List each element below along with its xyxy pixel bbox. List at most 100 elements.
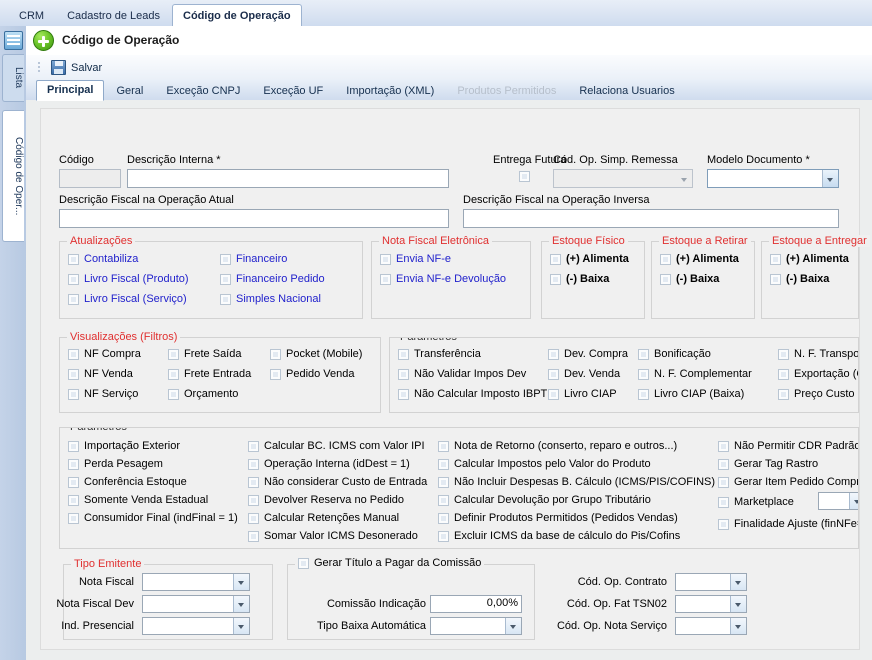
tipo-baixa-automatica-combo[interactable] bbox=[430, 617, 522, 635]
checkbox-financeiro[interactable]: Financeiro bbox=[220, 253, 287, 265]
chevron-down-icon[interactable] bbox=[822, 170, 838, 187]
tipo-baixa-automatica-label: Tipo Baixa Automática bbox=[316, 620, 426, 632]
checkbox-somente-venda-estadual[interactable]: Somente Venda Estadual bbox=[68, 494, 208, 506]
ind-presencial-combo[interactable] bbox=[142, 617, 250, 635]
save-button[interactable]: Salvar bbox=[46, 59, 107, 76]
nota-fiscal-dev-combo[interactable] bbox=[142, 595, 250, 613]
marketplace-combo[interactable] bbox=[818, 492, 858, 510]
list-panel-icon[interactable] bbox=[4, 31, 23, 50]
checkbox-nota-de-retorno[interactable]: Nota de Retorno (conserto, reparo e outr… bbox=[438, 440, 677, 452]
checkbox-estoque-retirar-baixa[interactable]: (-) Baixa bbox=[660, 273, 719, 285]
checkbox-nf-servico[interactable]: NF Serviço bbox=[68, 388, 138, 400]
checkbox-finalidade-ajuste[interactable]: Finalidade Ajuste (finNFe=4) bbox=[718, 518, 858, 530]
cod-op-fat-tsn02-combo[interactable] bbox=[675, 595, 747, 613]
checkbox-operacao-interna[interactable]: Operação Interna (idDest = 1) bbox=[248, 458, 410, 470]
checkbox-excluir-icms-base-calculo-pis-cofins[interactable]: Excluir ICMS da base de cálculo do Pis/C… bbox=[438, 530, 680, 542]
checkbox-nao-permitir-cdr-padrao[interactable]: Não Permitir CDR Padrão bbox=[718, 440, 858, 452]
checkbox-importacao-exterior[interactable]: Importação Exterior bbox=[68, 440, 180, 452]
checkbox-nao-calcular-imposto-ibpt[interactable]: Não Calcular Imposto IBPT bbox=[398, 388, 547, 400]
checkbox-estoque-entregar-alimenta[interactable]: (+) Alimenta bbox=[770, 253, 849, 265]
checkbox-livro-fiscal-servico[interactable]: Livro Fiscal (Serviço) bbox=[68, 293, 187, 305]
checkbox-envia-nfe-devolucao[interactable]: Envia NF-e Devolução bbox=[380, 273, 506, 285]
chevron-down-icon[interactable] bbox=[505, 618, 521, 634]
checkbox-label: Contabiliza bbox=[84, 253, 139, 265]
chevron-down-icon[interactable] bbox=[730, 618, 746, 634]
tab-importacao-xml[interactable]: Importação (XML) bbox=[335, 82, 445, 100]
checkbox-estoque-fisico-baixa[interactable]: (-) Baixa bbox=[550, 273, 609, 285]
nota-fiscal-combo[interactable] bbox=[142, 573, 250, 591]
top-tab-cadastro-de-leads[interactable]: Cadastro de Leads bbox=[56, 6, 171, 26]
checkbox-consumidor-final[interactable]: Consumidor Final (indFinal = 1) bbox=[68, 512, 238, 524]
descricao-fiscal-atual-input[interactable] bbox=[59, 209, 449, 228]
checkbox-box bbox=[519, 171, 530, 182]
checkbox-nao-validar-impos-dev[interactable]: Não Validar Impos Dev bbox=[398, 368, 526, 380]
checkbox-livro-fiscal-produto[interactable]: Livro Fiscal (Produto) bbox=[68, 273, 189, 285]
tab-principal[interactable]: Principal bbox=[36, 80, 105, 101]
comissao-indicacao-input[interactable]: 0,00% bbox=[430, 595, 522, 613]
tab-excecao-uf[interactable]: Exceção UF bbox=[252, 82, 334, 100]
chevron-down-icon[interactable] bbox=[730, 574, 746, 590]
checkbox-gerar-titulo-pagar-comissao[interactable]: Gerar Título a Pagar da Comissão bbox=[295, 557, 485, 569]
checkbox-livro-ciap-baixa[interactable]: Livro CIAP (Baixa) bbox=[638, 388, 744, 400]
checkbox-dev-venda[interactable]: Dev. Venda bbox=[548, 368, 620, 380]
cod-op-contrato-combo[interactable] bbox=[675, 573, 747, 591]
chevron-down-icon[interactable] bbox=[233, 618, 249, 634]
checkbox-exportacao-ciap[interactable]: Exportação (CIAP) bbox=[778, 368, 858, 380]
cod-op-nota-servico-combo[interactable] bbox=[675, 617, 747, 635]
checkbox-nao-incluir-despesas-base-calculo[interactable]: Não Incluir Despesas B. Cálculo (ICMS/PI… bbox=[438, 476, 715, 488]
checkbox-perda-pesagem[interactable]: Perda Pesagem bbox=[68, 458, 163, 470]
checkbox-financeiro-pedido[interactable]: Financeiro Pedido bbox=[220, 273, 325, 285]
checkbox-frete-saida[interactable]: Frete Saída bbox=[168, 348, 241, 360]
checkbox-pocket-mobile[interactable]: Pocket (Mobile) bbox=[270, 348, 362, 360]
group-nfe-caption: Nota Fiscal Eletrônica bbox=[379, 235, 492, 247]
checkbox-somar-valor-icms-desonerado[interactable]: Somar Valor ICMS Desonerado bbox=[248, 530, 418, 542]
top-tab-codigo-de-operacao[interactable]: Código de Operação bbox=[172, 4, 302, 28]
checkbox-bonificacao[interactable]: Bonificação bbox=[638, 348, 711, 360]
checkbox-nao-considerar-custo-entrada[interactable]: Não considerar Custo de Entrada bbox=[248, 476, 427, 488]
checkbox-conferencia-estoque[interactable]: Conferência Estoque bbox=[68, 476, 187, 488]
checkbox-orcamento[interactable]: Orçamento bbox=[168, 388, 238, 400]
checkbox-gerar-tag-rastro[interactable]: Gerar Tag Rastro bbox=[718, 458, 818, 470]
checkbox-devolver-reserva-pedido[interactable]: Devolver Reserva no Pedido bbox=[248, 494, 404, 506]
tab-excecao-cnpj[interactable]: Exceção CNPJ bbox=[155, 82, 251, 100]
checkbox-nf-venda[interactable]: NF Venda bbox=[68, 368, 133, 380]
checkbox-preco-custo[interactable]: Preço Custo bbox=[778, 388, 855, 400]
codigo-input[interactable] bbox=[59, 169, 121, 188]
checkbox-nf-compra[interactable]: NF Compra bbox=[68, 348, 141, 360]
rail-tab-codigo-de-oper[interactable]: Código de Oper... bbox=[2, 110, 24, 242]
checkbox-estoque-entregar-baixa[interactable]: (-) Baixa bbox=[770, 273, 829, 285]
checkbox-contabiliza[interactable]: Contabiliza bbox=[68, 253, 138, 265]
checkbox-nf-transporte[interactable]: N. F. Transporte bbox=[778, 348, 858, 360]
modelo-documento-combo[interactable] bbox=[707, 169, 839, 188]
checkbox-marketplace[interactable]: Marketplace bbox=[718, 496, 794, 508]
chevron-down-icon[interactable] bbox=[849, 493, 858, 509]
checkbox-livro-ciap[interactable]: Livro CIAP bbox=[548, 388, 617, 400]
checkbox-pedido-venda[interactable]: Pedido Venda bbox=[270, 368, 355, 380]
checkbox-calcular-devolucao-grupo-tributario[interactable]: Calcular Devolução por Grupo Tributário bbox=[438, 494, 651, 506]
entrega-futura-checkbox[interactable] bbox=[519, 171, 535, 182]
checkbox-frete-entrada[interactable]: Frete Entrada bbox=[168, 368, 251, 380]
descricao-fiscal-inversa-input[interactable] bbox=[463, 209, 839, 228]
chevron-down-icon[interactable] bbox=[730, 596, 746, 612]
checkbox-estoque-retirar-alimenta[interactable]: (+) Alimenta bbox=[660, 253, 739, 265]
checkbox-calcular-retencoes-manual[interactable]: Calcular Retenções Manual bbox=[248, 512, 399, 524]
checkbox-gerar-item-pedido-compra[interactable]: Gerar Item Pedido Compra bbox=[718, 476, 858, 488]
checkbox-calcular-bc-icms-valor-ipi[interactable]: Calcular BC. ICMS com Valor IPI bbox=[248, 440, 425, 452]
checkbox-simples-nacional[interactable]: Simples Nacional bbox=[220, 293, 321, 305]
green-plus-icon[interactable] bbox=[33, 30, 54, 51]
rail-tab-lista[interactable]: Lista bbox=[2, 54, 24, 102]
checkbox-transferencia[interactable]: Transferência bbox=[398, 348, 481, 360]
descricao-interna-input[interactable] bbox=[127, 169, 449, 188]
top-tab-crm[interactable]: CRM bbox=[8, 6, 55, 26]
chevron-down-icon[interactable] bbox=[233, 596, 249, 612]
checkbox-definir-produtos-permitidos[interactable]: Definir Produtos Permitidos (Pedidos Ven… bbox=[438, 512, 678, 524]
checkbox-dev-compra[interactable]: Dev. Compra bbox=[548, 348, 628, 360]
checkbox-label: Orçamento bbox=[184, 388, 239, 400]
tab-geral[interactable]: Geral bbox=[105, 82, 154, 100]
tab-relaciona-usuarios[interactable]: Relaciona Usuarios bbox=[568, 82, 685, 100]
checkbox-envia-nfe[interactable]: Envia NF-e bbox=[380, 253, 451, 265]
chevron-down-icon[interactable] bbox=[233, 574, 249, 590]
checkbox-estoque-fisico-alimenta[interactable]: (+) Alimenta bbox=[550, 253, 629, 265]
checkbox-nf-complementar[interactable]: N. F. Complementar bbox=[638, 368, 752, 380]
checkbox-calcular-impostos-valor-produto[interactable]: Calcular Impostos pelo Valor do Produto bbox=[438, 458, 651, 470]
